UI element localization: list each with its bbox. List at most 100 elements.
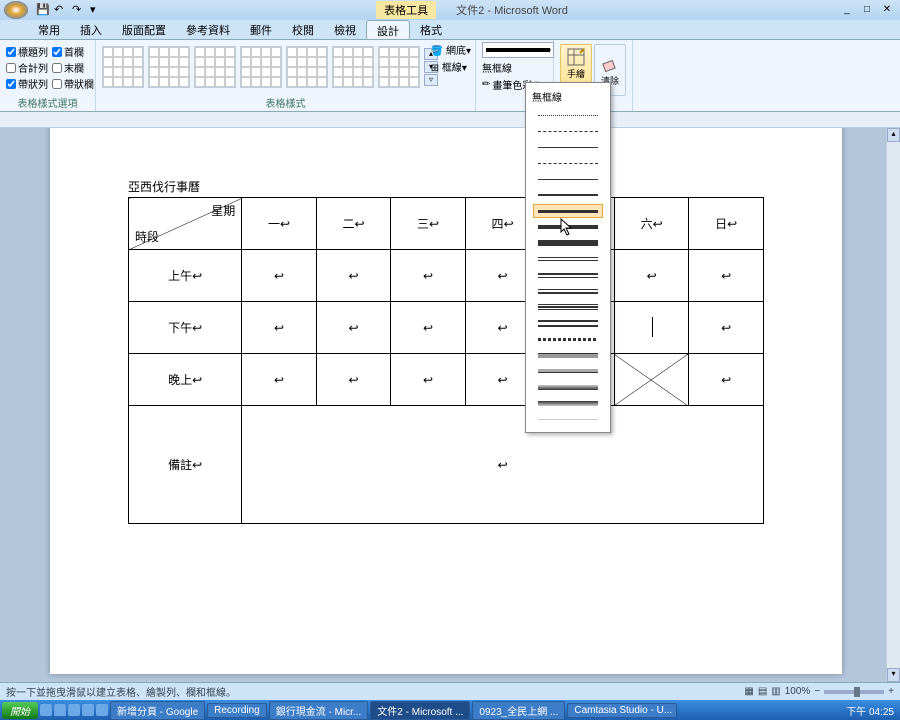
taskbar-item[interactable]: Recording bbox=[207, 703, 267, 718]
line-style-item[interactable] bbox=[533, 236, 603, 250]
line-style-item[interactable] bbox=[533, 300, 603, 314]
line-style-item[interactable] bbox=[533, 188, 603, 202]
no-border-option[interactable]: 無框線 bbox=[482, 60, 547, 75]
table-style-4[interactable] bbox=[240, 46, 282, 88]
notes-cell[interactable]: ↩ bbox=[242, 406, 764, 524]
cell[interactable]: ↩ bbox=[316, 354, 391, 406]
cell[interactable]: ↩ bbox=[689, 302, 764, 354]
line-style-item[interactable] bbox=[533, 364, 603, 378]
cell[interactable]: ↩ bbox=[242, 302, 317, 354]
table-style-3[interactable] bbox=[194, 46, 236, 88]
line-style-item[interactable] bbox=[533, 140, 603, 154]
row-label[interactable]: 下午↩ bbox=[129, 302, 242, 354]
zoom-out-icon[interactable]: − bbox=[814, 686, 820, 697]
cell[interactable]: ↩ bbox=[391, 302, 466, 354]
line-style-none[interactable]: 無框線 bbox=[530, 87, 606, 106]
opt-last-col[interactable]: 末欄 bbox=[52, 60, 94, 75]
row-label[interactable]: 上午↩ bbox=[129, 250, 242, 302]
cell[interactable]: ↩ bbox=[391, 354, 466, 406]
line-style-item[interactable] bbox=[533, 332, 603, 346]
horizontal-ruler[interactable] bbox=[0, 112, 900, 128]
ql-icon[interactable] bbox=[82, 704, 94, 716]
vertical-scrollbar[interactable]: ▴ ▾ bbox=[886, 128, 900, 682]
line-style-item[interactable] bbox=[533, 108, 603, 122]
taskbar-item[interactable]: 0923_全民上網 ... bbox=[472, 701, 565, 720]
table-style-5[interactable] bbox=[286, 46, 328, 88]
line-style-item[interactable] bbox=[533, 268, 603, 282]
start-button[interactable]: 開始 bbox=[2, 702, 38, 719]
line-style-item[interactable] bbox=[533, 348, 603, 362]
day-col[interactable]: 六↩ bbox=[614, 198, 689, 250]
borders-button[interactable]: ⊞ 框線▾ bbox=[431, 59, 471, 74]
tab-review[interactable]: 校閱 bbox=[282, 20, 324, 39]
table-style-7[interactable] bbox=[378, 46, 420, 88]
line-style-item[interactable] bbox=[533, 156, 603, 170]
ql-icon[interactable] bbox=[54, 704, 66, 716]
close-button[interactable]: ✕ bbox=[880, 3, 894, 17]
ql-icon[interactable] bbox=[40, 704, 52, 716]
taskbar-item[interactable]: 銀行現金流 - Micr... bbox=[269, 701, 369, 720]
system-tray-clock[interactable]: 下午 04:25 bbox=[846, 703, 898, 718]
cell[interactable]: ↩ bbox=[689, 250, 764, 302]
line-style-item[interactable] bbox=[533, 316, 603, 330]
row-label[interactable]: 備註↩ bbox=[129, 406, 242, 524]
diagonal-header-cell[interactable]: 星期 時段 bbox=[129, 198, 242, 250]
cell[interactable]: ↩ bbox=[316, 250, 391, 302]
day-col[interactable]: 一↩ bbox=[242, 198, 317, 250]
line-style-item[interactable] bbox=[533, 172, 603, 186]
line-style-selector[interactable] bbox=[482, 42, 554, 58]
cell[interactable]: ↩ bbox=[614, 250, 689, 302]
view-print-layout-icon[interactable]: ▦ bbox=[744, 686, 753, 697]
x-cell[interactable] bbox=[614, 354, 689, 406]
save-icon[interactable]: 💾 bbox=[36, 3, 50, 17]
undo-icon[interactable]: ↶ bbox=[54, 3, 68, 17]
office-button[interactable] bbox=[4, 1, 28, 19]
taskbar-item-active[interactable]: 文件2 - Microsoft ... bbox=[370, 701, 470, 720]
line-style-item-hover[interactable] bbox=[533, 204, 603, 218]
scroll-up-icon[interactable]: ▴ bbox=[887, 128, 900, 142]
cell[interactable]: ↩ bbox=[242, 354, 317, 406]
tab-layout[interactable]: 版面配置 bbox=[112, 20, 176, 39]
row-label[interactable]: 晚上↩ bbox=[129, 354, 242, 406]
cell[interactable]: ↩ bbox=[391, 250, 466, 302]
zoom-level[interactable]: 100% bbox=[785, 686, 811, 697]
ql-icon[interactable] bbox=[96, 704, 108, 716]
line-style-item[interactable] bbox=[533, 252, 603, 266]
taskbar-item[interactable]: Camtasia Studio - U... bbox=[567, 703, 677, 718]
tab-reference[interactable]: 參考資料 bbox=[176, 20, 240, 39]
cell-cursor[interactable] bbox=[614, 302, 689, 354]
qat-more-icon[interactable]: ▾ bbox=[90, 3, 104, 17]
table-style-2[interactable] bbox=[148, 46, 190, 88]
table-style-1[interactable] bbox=[102, 46, 144, 88]
day-col[interactable]: 日↩ bbox=[689, 198, 764, 250]
day-col[interactable]: 三↩ bbox=[391, 198, 466, 250]
redo-icon[interactable]: ↷ bbox=[72, 3, 86, 17]
opt-banded-col[interactable]: 帶狀欄 bbox=[52, 76, 94, 91]
tab-design[interactable]: 設計 bbox=[366, 20, 410, 39]
maximize-button[interactable]: □ bbox=[860, 3, 874, 17]
tab-format[interactable]: 格式 bbox=[410, 20, 452, 39]
line-style-item[interactable] bbox=[533, 284, 603, 298]
view-reading-icon[interactable]: ▤ bbox=[758, 686, 767, 697]
cell[interactable]: ↩ bbox=[316, 302, 391, 354]
tab-view[interactable]: 檢視 bbox=[324, 20, 366, 39]
table-style-6[interactable] bbox=[332, 46, 374, 88]
zoom-slider[interactable] bbox=[824, 690, 884, 694]
ql-icon[interactable] bbox=[68, 704, 80, 716]
shading-button[interactable]: 🪣 網底▾ bbox=[431, 42, 471, 57]
opt-first-col[interactable]: 首欄 bbox=[52, 44, 94, 59]
line-style-item[interactable] bbox=[533, 396, 603, 410]
minimize-button[interactable]: _ bbox=[840, 3, 854, 17]
view-web-icon[interactable]: ▥ bbox=[771, 686, 780, 697]
line-style-item[interactable] bbox=[533, 220, 603, 234]
scroll-down-icon[interactable]: ▾ bbox=[887, 668, 900, 682]
zoom-in-icon[interactable]: + bbox=[888, 686, 894, 697]
day-col[interactable]: 二↩ bbox=[316, 198, 391, 250]
line-style-item[interactable] bbox=[533, 380, 603, 394]
gallery-more-icon[interactable]: ▿ bbox=[424, 74, 438, 86]
cell[interactable]: ↩ bbox=[689, 354, 764, 406]
line-style-item[interactable] bbox=[533, 124, 603, 138]
tab-mail[interactable]: 郵件 bbox=[240, 20, 282, 39]
line-style-item[interactable] bbox=[533, 412, 603, 426]
tab-insert[interactable]: 插入 bbox=[70, 20, 112, 39]
